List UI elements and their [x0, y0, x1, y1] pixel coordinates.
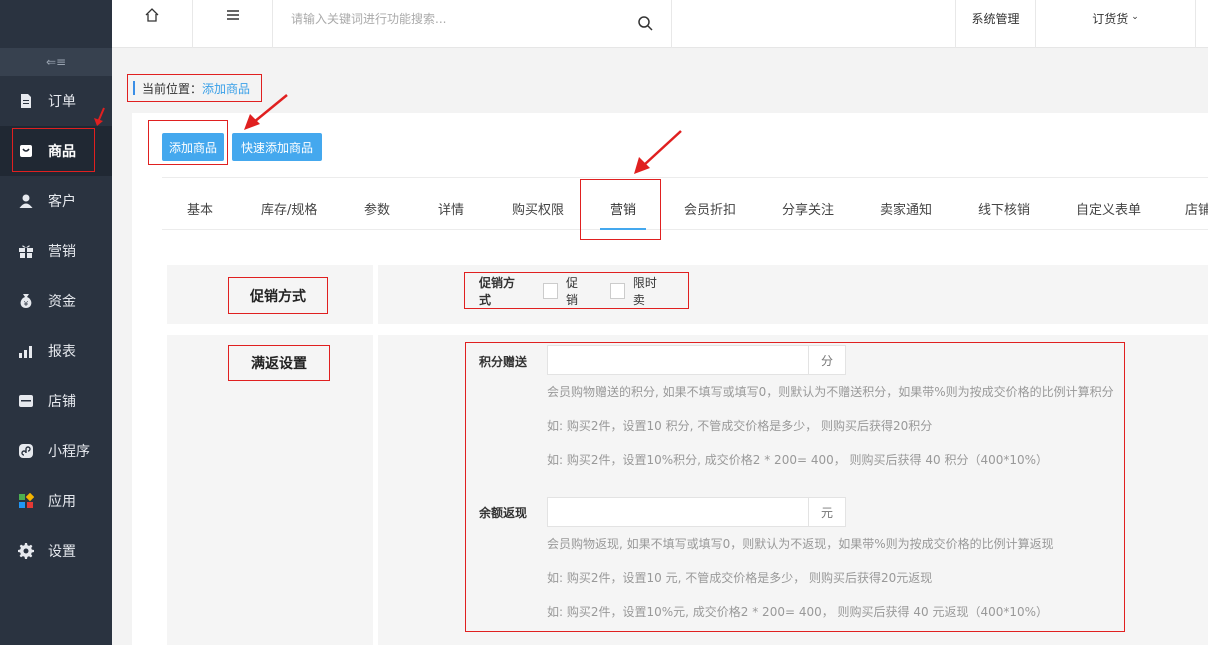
- rebate-settings-group: 积分赠送 分 会员购物赠送的积分, 如果不填写或填写0，则默认为不赠送积分，如果…: [465, 342, 1125, 632]
- menu-toggle-button[interactable]: [193, 0, 273, 48]
- search-icon[interactable]: [637, 15, 653, 34]
- topbar-edge: [1196, 0, 1208, 48]
- bar-chart-icon: [18, 343, 34, 359]
- store-icon: [18, 393, 34, 409]
- sidebar-item-marketing[interactable]: 营销: [0, 226, 112, 276]
- balance-unit-addon: 元: [808, 497, 846, 527]
- order-goods-dropdown[interactable]: 订货货 ⌄: [1036, 0, 1196, 48]
- system-manage-link[interactable]: 系统管理: [956, 0, 1036, 48]
- breadcrumb-prefix: 当前位置：: [142, 81, 203, 96]
- breadcrumb-bar: [133, 81, 135, 95]
- points-hint-2: 如: 购买2件，设置10 积分, 不管成交价格是多少， 则购买后获得20积分: [547, 419, 933, 433]
- points-gift-label: 积分赠送: [479, 355, 528, 369]
- svg-text:¥: ¥: [24, 300, 29, 308]
- sidebar-item-label: 客户: [48, 194, 76, 210]
- rebate-section-title: 满返设置: [228, 345, 330, 381]
- search-input[interactable]: 请输入关键词进行功能搜索...: [291, 10, 446, 27]
- sidebar-item-label: 小程序: [48, 444, 90, 460]
- file-icon: [18, 93, 34, 109]
- top-bar: 请输入关键词进行功能搜索... 系统管理 订货货 ⌄: [112, 0, 1208, 48]
- tab-stock-spec[interactable]: 库存/规格: [261, 178, 317, 230]
- promo-method-label: 促销方式: [479, 275, 516, 307]
- annotation-arrow-add: [244, 94, 288, 130]
- sidebar-item-store[interactable]: 店铺: [0, 376, 112, 426]
- tab-seller-notify[interactable]: 卖家通知: [880, 178, 932, 230]
- rebate-row-label-cell: [167, 335, 373, 645]
- add-product-button[interactable]: 添加商品: [162, 133, 224, 161]
- sidebar-item-label: 应用: [48, 494, 76, 510]
- sidebar-item-settings[interactable]: 设置: [0, 526, 112, 576]
- tab-basic[interactable]: 基本: [187, 178, 213, 230]
- apps-icon: [18, 493, 34, 509]
- collapse-icon: ⇐≡: [45, 55, 67, 69]
- main-panel: 添加商品 快速添加商品 基本 库存/规格 参数 详情 购买权限 营销 会员折扣 …: [132, 113, 1208, 645]
- sidebar-item-label: 报表: [48, 344, 76, 360]
- sidebar-item-label: 设置: [48, 544, 76, 560]
- promo-method-group: 促销方式 促销 限时卖: [464, 272, 689, 309]
- sidebar: ⇐≡ 订单 商品 客户 营销 ¥ 资金 报表 店铺 小程序 应用 设置: [0, 0, 112, 645]
- tab-store[interactable]: 店铺: [1185, 178, 1208, 230]
- sidebar-item-label: 订单: [48, 94, 76, 110]
- annotation-highlight-box: [580, 179, 661, 240]
- system-manage-label: 系统管理: [971, 12, 1020, 26]
- balance-hint-3: 如: 购买2件，设置10%元, 成交价格2 * 200= 400， 则购买后获得…: [547, 605, 1049, 619]
- tab-details[interactable]: 详情: [438, 178, 464, 230]
- sidebar-item-label: 资金: [48, 294, 76, 310]
- tab-purchase-permission[interactable]: 购买权限: [512, 178, 564, 230]
- hamburger-menu-icon: [225, 7, 241, 27]
- chevron-down-icon: ⌄: [1131, 12, 1139, 22]
- sidebar-item-funds[interactable]: ¥ 资金: [0, 276, 112, 326]
- miniprogram-icon: [18, 443, 34, 459]
- money-bag-icon: ¥: [18, 293, 34, 309]
- gear-icon: [18, 543, 34, 559]
- home-button[interactable]: [112, 0, 193, 48]
- points-gift-input[interactable]: [547, 345, 809, 375]
- sidebar-item-label: 店铺: [48, 394, 76, 410]
- home-icon: [144, 7, 160, 27]
- sidebar-item-label: 营销: [48, 244, 76, 260]
- logo-area: [0, 0, 112, 48]
- annotation-arrow-small: [94, 107, 105, 126]
- tab-share-follow[interactable]: 分享关注: [782, 178, 834, 230]
- promo-section-title: 促销方式: [228, 277, 328, 314]
- annotation-arrow-marketing: [634, 130, 682, 174]
- sidebar-item-customers[interactable]: 客户: [0, 176, 112, 226]
- user-icon: [18, 193, 34, 209]
- balance-cashback-input[interactable]: [547, 497, 809, 527]
- flash-sale-option-label: 限时卖: [632, 275, 657, 307]
- topbar-spacer: [672, 0, 956, 48]
- quick-add-product-button[interactable]: 快速添加商品: [232, 133, 322, 161]
- sidebar-item-products[interactable]: 商品: [0, 126, 112, 176]
- search-bar[interactable]: 请输入关键词进行功能搜索...: [273, 0, 672, 48]
- balance-hint-1: 会员购物返现, 如果不填写或填写0，则默认为不返现，如果带%则为按成交价格的比例…: [547, 537, 1054, 551]
- promo-checkbox[interactable]: [543, 282, 558, 299]
- sidebar-item-apps[interactable]: 应用: [0, 476, 112, 526]
- annotation-highlight-box: [12, 128, 95, 172]
- promo-option-label: 促销: [565, 275, 578, 307]
- tab-params[interactable]: 参数: [364, 178, 390, 230]
- tab-bar: 基本 库存/规格 参数 详情 购买权限 营销 会员折扣 分享关注 卖家通知 线下…: [162, 177, 1208, 230]
- points-unit-addon: 分: [808, 345, 846, 375]
- gift-icon: [18, 243, 34, 259]
- tab-member-discount[interactable]: 会员折扣: [684, 178, 736, 230]
- tab-offline-verify[interactable]: 线下核销: [978, 178, 1030, 230]
- sidebar-collapse-button[interactable]: ⇐≡: [0, 48, 112, 76]
- points-hint-1: 会员购物赠送的积分, 如果不填写或填写0，则默认为不赠送积分，如果带%则为按成交…: [547, 385, 1114, 399]
- flash-sale-checkbox[interactable]: [610, 282, 625, 299]
- points-hint-3: 如: 购买2件，设置10%积分, 成交价格2 * 200= 400， 则购买后获…: [547, 453, 1049, 467]
- sidebar-item-miniprogram[interactable]: 小程序: [0, 426, 112, 476]
- order-goods-label: 订货货: [1092, 12, 1129, 26]
- sidebar-item-reports[interactable]: 报表: [0, 326, 112, 376]
- balance-hint-2: 如: 购买2件，设置10 元, 不管成交价格是多少， 则购买后获得20元返现: [547, 571, 933, 585]
- balance-cashback-label: 余额返现: [479, 506, 528, 520]
- tab-custom-form[interactable]: 自定义表单: [1076, 178, 1141, 230]
